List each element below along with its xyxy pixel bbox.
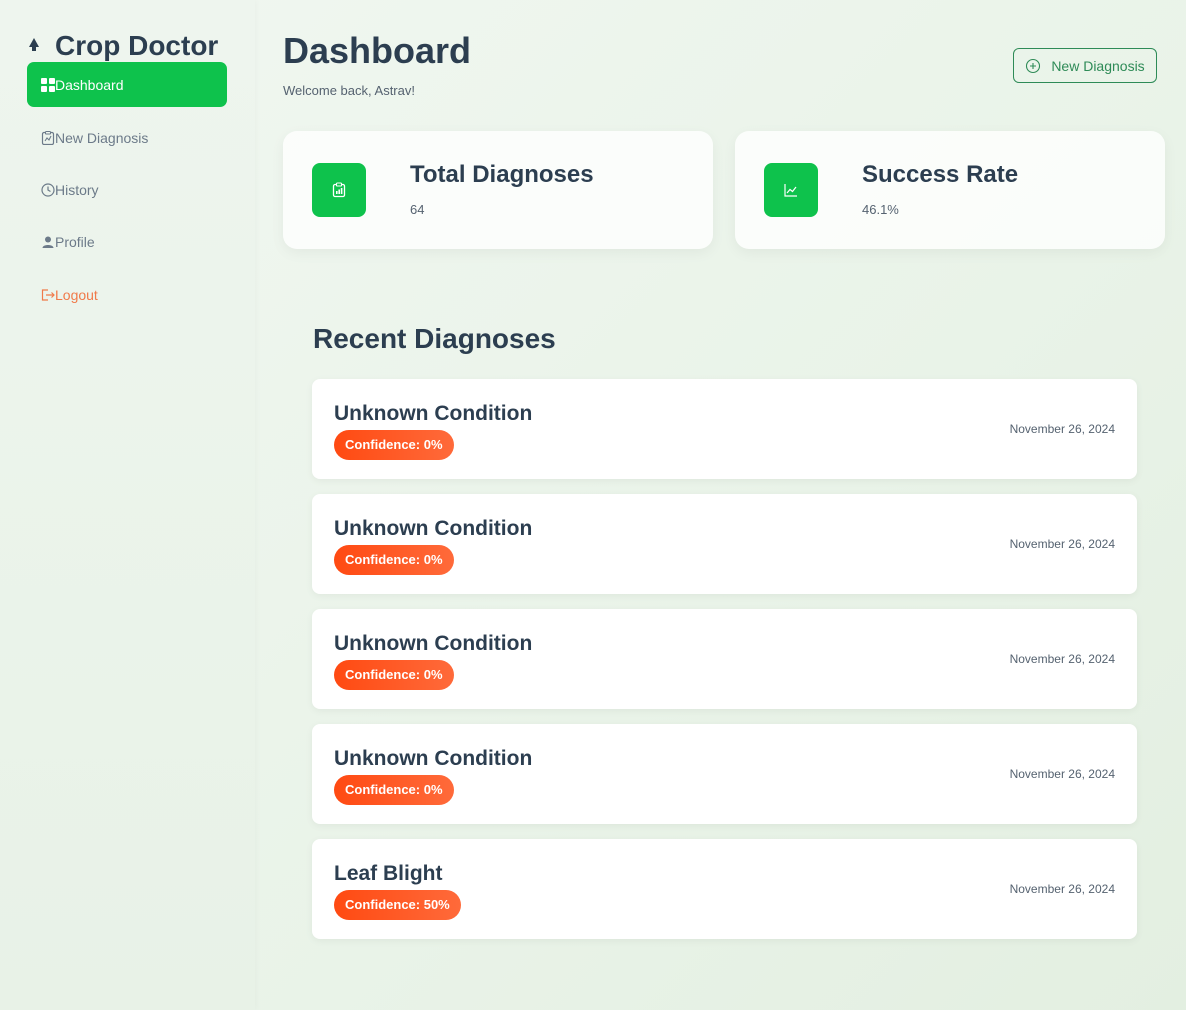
diagnosis-date: November 26, 2024 [1009, 767, 1115, 781]
stat-card-success-rate: Success Rate 46.1% [735, 131, 1165, 249]
tree-icon [29, 38, 39, 51]
stat-label: Success Rate [862, 161, 1019, 188]
diagnosis-date: November 26, 2024 [1009, 422, 1115, 436]
new-diagnosis-button[interactable]: New Diagnosis [1013, 48, 1157, 83]
diagnosis-date: November 26, 2024 [1009, 537, 1115, 551]
diagnosis-date: November 26, 2024 [1009, 882, 1115, 896]
list-item[interactable]: Unknown Condition Confidence: 0% Novembe… [312, 724, 1137, 824]
stat-value: 46.1% [862, 202, 899, 217]
line-chart-icon [764, 163, 818, 217]
confidence-badge: Confidence: 0% [334, 775, 454, 805]
clock-icon [41, 182, 55, 197]
confidence-badge: Confidence: 50% [334, 890, 461, 920]
stat-value: 64 [410, 202, 425, 217]
sidebar-item-label: Profile [55, 233, 95, 250]
diagnosis-name: Unknown Condition [334, 747, 533, 770]
diagnosis-name: Unknown Condition [334, 517, 533, 540]
recent-diagnoses-title: Recent Diagnoses [313, 323, 556, 354]
sidebar-item-label: Logout [55, 286, 98, 303]
sidebar: Crop Doctor Dashboard New Diagnosis Hist… [0, 0, 255, 1010]
diagnosis-name: Unknown Condition [334, 402, 533, 425]
logout-icon [41, 288, 55, 302]
user-icon [41, 235, 55, 249]
sidebar-item-new-diagnosis[interactable]: New Diagnosis [27, 115, 227, 160]
brand[interactable]: Crop Doctor [27, 30, 218, 62]
diagnosis-name: Leaf Blight [334, 862, 443, 885]
sidebar-item-label: Dashboard [55, 76, 124, 93]
list-item[interactable]: Unknown Condition Confidence: 0% Novembe… [312, 494, 1137, 594]
list-item[interactable]: Leaf Blight Confidence: 50% November 26,… [312, 839, 1137, 939]
list-item[interactable]: Unknown Condition Confidence: 0% Novembe… [312, 609, 1137, 709]
welcome-message: Welcome back, Astrav! [283, 83, 415, 98]
clipboard-chart-icon [312, 163, 366, 217]
diagnosis-date: November 26, 2024 [1009, 652, 1115, 666]
confidence-badge: Confidence: 0% [334, 430, 454, 460]
confidence-badge: Confidence: 0% [334, 545, 454, 575]
new-diagnosis-label: New Diagnosis [1051, 57, 1145, 74]
page-title: Dashboard [283, 30, 472, 71]
sidebar-item-logout[interactable]: Logout [27, 272, 227, 317]
stat-label: Total Diagnoses [410, 161, 594, 188]
confidence-badge: Confidence: 0% [334, 660, 454, 690]
sidebar-item-profile[interactable]: Profile [27, 219, 227, 264]
sidebar-item-history[interactable]: History [27, 167, 227, 212]
list-item[interactable]: Unknown Condition Confidence: 0% Novembe… [312, 379, 1137, 479]
stat-card-total-diagnoses: Total Diagnoses 64 [283, 131, 713, 249]
sidebar-item-dashboard[interactable]: Dashboard [27, 62, 227, 107]
sidebar-item-label: New Diagnosis [55, 129, 149, 146]
recent-diagnoses-list: Unknown Condition Confidence: 0% Novembe… [312, 379, 1137, 954]
sidebar-item-label: History [55, 181, 99, 198]
plus-circle-icon [1026, 58, 1041, 73]
diagnosis-name: Unknown Condition [334, 632, 533, 655]
app-title: Crop Doctor [55, 30, 219, 61]
grid-icon [41, 77, 55, 92]
clipboard-icon [41, 130, 55, 145]
